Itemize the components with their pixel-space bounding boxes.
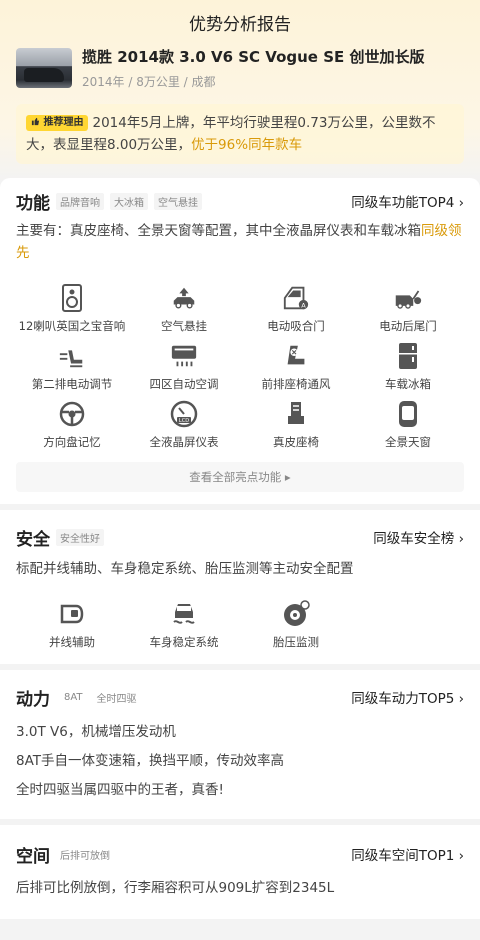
steering-wheel-icon [58, 400, 86, 428]
feature-item[interactable]: 并线辅助 [16, 600, 128, 658]
header-area: 优势分析报告 揽胜 2014款 3.0 V6 SC Vogue SE 创世加长版… [0, 0, 480, 182]
speaker-icon [58, 284, 86, 312]
space-desc: 后排可比例放倒，行李厢容积可从909L扩容到2345L [16, 880, 335, 896]
feature-item[interactable]: 车载冰箱 [352, 342, 464, 400]
safety-desc: 标配并线辅助、车身稳定系统、胎压监测等主动安全配置 [16, 561, 354, 577]
feature-item[interactable]: 四区自动空调 [128, 342, 240, 400]
function-desc: 主要有：真皮座椅、全景天窗等配置，其中全液晶屏仪表和车载冰箱 [16, 223, 421, 239]
tire-pressure-icon [282, 600, 310, 628]
fridge-icon [394, 342, 422, 370]
feature-item[interactable]: 胎压监测 [240, 600, 352, 658]
power-section: 动力 8AT 全时四驱 同级车动力TOP5 › 3.0T V6，机械增压发动机 … [0, 670, 480, 819]
feature-item[interactable]: 第二排电动调节 [16, 342, 128, 400]
power-tag: 8AT [64, 691, 83, 703]
power-rank-link[interactable]: 同级车动力TOP5 › [351, 687, 464, 707]
air-suspension-icon [170, 284, 198, 312]
power-tag: 全时四驱 [96, 693, 137, 705]
feature-item[interactable]: 前排座椅通风 [240, 342, 352, 400]
thumbs-up-icon [31, 117, 40, 126]
function-tag: 品牌音响 [56, 192, 104, 210]
function-section: 功能 品牌音响 大冰箱 空气悬挂 同级车功能TOP4 › 主要有：真皮座椅、全景… [0, 178, 480, 504]
sunroof-icon [394, 400, 422, 428]
feature-item[interactable]: 车身稳定系统 [128, 600, 240, 658]
soft-close-door-icon: A [282, 284, 310, 312]
power-tailgate-icon [394, 284, 422, 312]
recommend-badge: 推荐理由 [26, 115, 89, 131]
safety-section: 安全 安全性好 同级车安全榜 › 标配并线辅助、车身稳定系统、胎压监测等主动安全… [0, 510, 480, 664]
climate-control-icon [170, 342, 198, 370]
space-rank-link[interactable]: 同级车空间TOP1 › [351, 844, 464, 864]
space-title: 空间 [16, 846, 50, 867]
safety-rank-link[interactable]: 同级车安全榜 › [373, 527, 464, 547]
safety-tag: 安全性好 [56, 528, 104, 546]
safety-title: 安全 [16, 529, 50, 550]
feature-item[interactable]: 全景天窗 [352, 400, 464, 458]
lcd-dashboard-icon: LCD [170, 400, 198, 428]
function-title: 功能 [16, 193, 50, 214]
power-line: 8AT手自一体变速箱，换挡平顺，传动效率高 [16, 753, 285, 769]
feature-item[interactable]: A 电动吸合门 [240, 284, 352, 342]
function-tag: 大冰箱 [110, 192, 148, 210]
power-seat-icon [58, 342, 86, 370]
svg-text:LCD: LCD [179, 418, 189, 424]
function-tag: 空气悬挂 [154, 192, 202, 210]
leather-seat-icon [282, 400, 310, 428]
lane-assist-icon [58, 600, 86, 628]
car-meta: 2014年 / 8万公里 / 成都 [82, 75, 216, 89]
reason-highlight: 优于96%同年款车 [191, 137, 303, 153]
car-thumbnail[interactable] [16, 48, 72, 88]
stability-icon [170, 600, 198, 628]
seat-ventilation-icon [282, 342, 310, 370]
power-title: 动力 [16, 689, 50, 710]
view-all-features-button[interactable]: 查看全部亮点功能 ▸ [16, 462, 464, 492]
function-rank-link[interactable]: 同级车功能TOP4 › [351, 191, 464, 211]
feature-grid: 12喇叭英国之宝音响 空气悬挂 A 电动吸合门 电动后尾门 第二排电动调节 四区… [16, 284, 464, 458]
recommend-reason: 推荐理由 2014年5月上牌，年平均行驶里程0.73万公里，公里数不大，表显里程… [16, 104, 464, 164]
car-summary[interactable]: 揽胜 2014款 3.0 V6 SC Vogue SE 创世加长版 2014年 … [16, 46, 464, 90]
svg-text:A: A [301, 301, 306, 309]
feature-item[interactable]: 真皮座椅 [240, 400, 352, 458]
feature-item[interactable]: LCD 全液晶屏仪表 [128, 400, 240, 458]
safety-feature-grid: 并线辅助 车身稳定系统 胎压监测 [16, 600, 464, 658]
feature-item[interactable]: 空气悬挂 [128, 284, 240, 342]
power-line: 3.0T V6，机械增压发动机 [16, 724, 176, 740]
car-name: 揽胜 2014款 3.0 V6 SC Vogue SE 创世加长版 [82, 48, 425, 66]
power-line: 全时四驱当属四驱中的王者，真香! [16, 782, 224, 798]
space-section: 空间 后排可放倒 同级车空间TOP1 › 后排可比例放倒，行李厢容积可从909L… [0, 825, 480, 919]
page-title: 优势分析报告 [189, 15, 291, 35]
feature-item[interactable]: 电动后尾门 [352, 284, 464, 342]
space-tag: 后排可放倒 [60, 850, 110, 862]
feature-item[interactable]: 12喇叭英国之宝音响 [16, 284, 128, 342]
feature-item[interactable]: 方向盘记忆 [16, 400, 128, 458]
